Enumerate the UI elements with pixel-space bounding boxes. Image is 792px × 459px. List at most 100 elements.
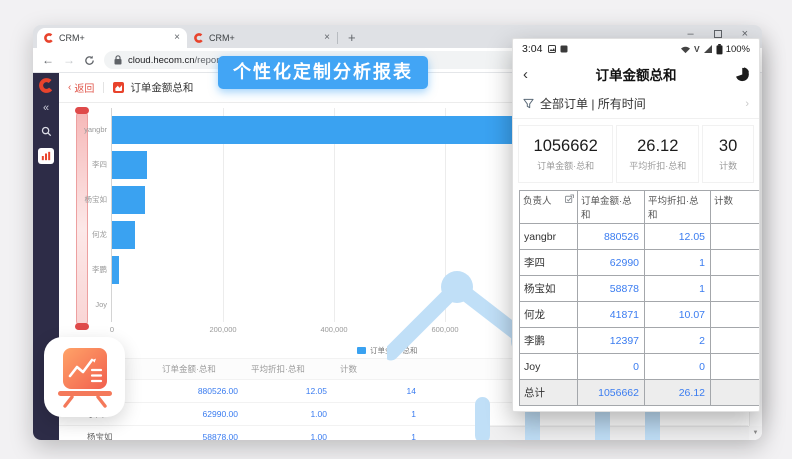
phone-amount-cell: 1056662 xyxy=(578,380,645,406)
page-title: 订单金额总和 xyxy=(130,80,193,95)
phone-count-cell xyxy=(711,354,761,380)
chart-bar-李四[interactable] xyxy=(112,151,147,179)
back-link[interactable]: ‹ 返回 xyxy=(68,80,94,95)
browser-tab-1[interactable]: CRM+ × xyxy=(37,28,187,48)
phone-owner-cell: 总计 xyxy=(520,380,578,406)
phone-owner-cell: 李鹏 xyxy=(520,328,578,354)
phone-count-cell xyxy=(711,302,761,328)
tab-close-icon[interactable]: × xyxy=(174,33,180,43)
phone-table-header-cell: 订单金额·总和 xyxy=(578,191,645,224)
chart-bar-李鹏[interactable] xyxy=(112,256,119,284)
detail-table-header-cell: 平均折扣·总和 xyxy=(248,363,337,375)
chart-bar-何龙[interactable] xyxy=(112,221,135,249)
horizontal-scrollbar[interactable] xyxy=(486,426,749,440)
chart-category-label: yangbr xyxy=(59,116,107,144)
back-nav-icon[interactable]: ← xyxy=(42,53,54,67)
detail-count-cell: 1 xyxy=(337,432,426,440)
reload-icon[interactable] xyxy=(84,55,95,66)
detail-amount-cell: 880526.00 xyxy=(159,386,248,396)
back-chevron-icon: ‹ xyxy=(68,82,71,93)
phone-discount-cell: 1 xyxy=(645,250,711,276)
phone-discount-cell: 12.05 xyxy=(645,224,711,250)
chart-category-label: 李四 xyxy=(59,151,107,179)
sidebar-collapse-icon[interactable]: « xyxy=(43,102,49,114)
sidebar-item-report[interactable] xyxy=(38,148,54,164)
scroll-down-button[interactable]: ▼ xyxy=(749,426,762,440)
detail-table-header-cell: 订单金额·总和 xyxy=(159,363,248,375)
phone-table-row[interactable]: Joy00 xyxy=(520,354,761,380)
maximize-button[interactable] xyxy=(714,30,722,38)
tab-close-icon[interactable]: × xyxy=(324,33,330,43)
phone-table-row[interactable]: 何龙4187110.07 xyxy=(520,302,761,328)
hecom-favicon xyxy=(44,33,54,43)
phone-owner-cell: 何龙 xyxy=(520,302,578,328)
phone-table-header-cell: 计数 xyxy=(711,191,761,224)
legend-swatch xyxy=(357,347,366,354)
phone-table-total-row[interactable]: 总计105666226.12 xyxy=(520,380,761,406)
phone-amount-cell: 0 xyxy=(578,354,645,380)
chart-category-label: 何龙 xyxy=(59,221,107,249)
battery-icon xyxy=(716,44,723,55)
detail-amount-cell: 62990.00 xyxy=(159,409,248,419)
phone-amount-cell: 62990 xyxy=(578,250,645,276)
phone-amount-cell: 12397 xyxy=(578,328,645,354)
phone-table-row[interactable]: 李四629901 xyxy=(520,250,761,276)
phone-count-cell xyxy=(711,276,761,302)
phone-count-cell xyxy=(711,328,761,354)
wifi-icon xyxy=(680,45,691,54)
tab-divider xyxy=(337,32,338,44)
forward-nav-icon: → xyxy=(63,53,75,67)
phone-count-cell xyxy=(711,380,761,406)
phone-table-header-row: 负责人订单金额·总和平均折扣·总和计数 xyxy=(520,191,761,224)
phone-discount-cell: 1 xyxy=(645,276,711,302)
phone-count-cell xyxy=(711,224,761,250)
phone-discount-cell: 10.07 xyxy=(645,302,711,328)
detail-name-cell: 杨宝如 xyxy=(59,431,159,440)
phone-table-row[interactable]: yangbr88052612.05 xyxy=(520,224,761,250)
phone-discount-cell: 2 xyxy=(645,328,711,354)
notification-app-icon xyxy=(560,45,568,53)
phone-owner-cell: Joy xyxy=(520,354,578,380)
phone-page-title: 订单金额总和 xyxy=(553,64,719,84)
phone-discount-cell: 0 xyxy=(645,354,711,380)
phone-discount-cell: 26.12 xyxy=(645,380,711,406)
phone-table-header-label: 计数 xyxy=(714,196,733,207)
browser-tab-2[interactable]: CRM+ × xyxy=(187,28,337,48)
detail-discount-cell: 1.00 xyxy=(248,432,337,440)
summary-discount: 26.12 平均折扣·总和 xyxy=(616,125,699,183)
phone-back-icon[interactable]: ‹ xyxy=(523,66,553,83)
notification-photo-icon xyxy=(548,45,556,53)
caption-badge: 个性化定制分析报表 xyxy=(218,56,428,89)
summary-count: 30 计数 xyxy=(702,125,754,183)
phone-owner-cell: 李四 xyxy=(520,250,578,276)
report-float-button[interactable] xyxy=(44,337,125,417)
phone-table-row[interactable]: 李鹏123972 xyxy=(520,328,761,354)
sidebar-search-icon[interactable] xyxy=(38,123,54,139)
pie-chart-icon[interactable] xyxy=(734,67,749,82)
filter-funnel-icon xyxy=(523,98,534,109)
volte-icon: V xyxy=(694,44,700,54)
chart-tick-label: 600,000 xyxy=(431,325,458,334)
chart-tick-label: 200,000 xyxy=(209,325,236,334)
phone-amount-cell: 58878 xyxy=(578,276,645,302)
tab-title: CRM+ xyxy=(209,33,319,43)
chart-tick-label: 0 xyxy=(110,325,114,334)
phone-table-row[interactable]: 杨宝如588781 xyxy=(520,276,761,302)
legend-label: 订单金额·总和 xyxy=(370,345,418,356)
summary-amount: 1056662 订单金额·总和 xyxy=(518,125,613,183)
detail-table-header-cell: 计数 xyxy=(337,363,426,375)
chart-bar-杨宝如[interactable] xyxy=(112,186,145,214)
detail-amount-cell: 58878.00 xyxy=(159,432,248,440)
battery-percent: 100% xyxy=(726,44,750,55)
toolbar-divider xyxy=(103,82,104,93)
phone-summary-row: 1056662 订单金额·总和 26.12 平均折扣·总和 30 计数 xyxy=(513,125,759,183)
chart-legend[interactable]: 订单金额·总和 xyxy=(357,345,418,356)
phone-filter-row[interactable]: 全部订单 | 所有时间 › xyxy=(513,89,759,119)
phone-owner-cell: yangbr xyxy=(520,224,578,250)
new-tab-button[interactable]: + xyxy=(348,30,356,45)
url-domain: cloud.hecom.cn xyxy=(128,55,195,66)
dimension-switch-icon[interactable] xyxy=(565,194,574,203)
lock-icon xyxy=(114,55,122,65)
hecom-favicon xyxy=(194,33,204,43)
hecom-logo xyxy=(39,78,54,93)
